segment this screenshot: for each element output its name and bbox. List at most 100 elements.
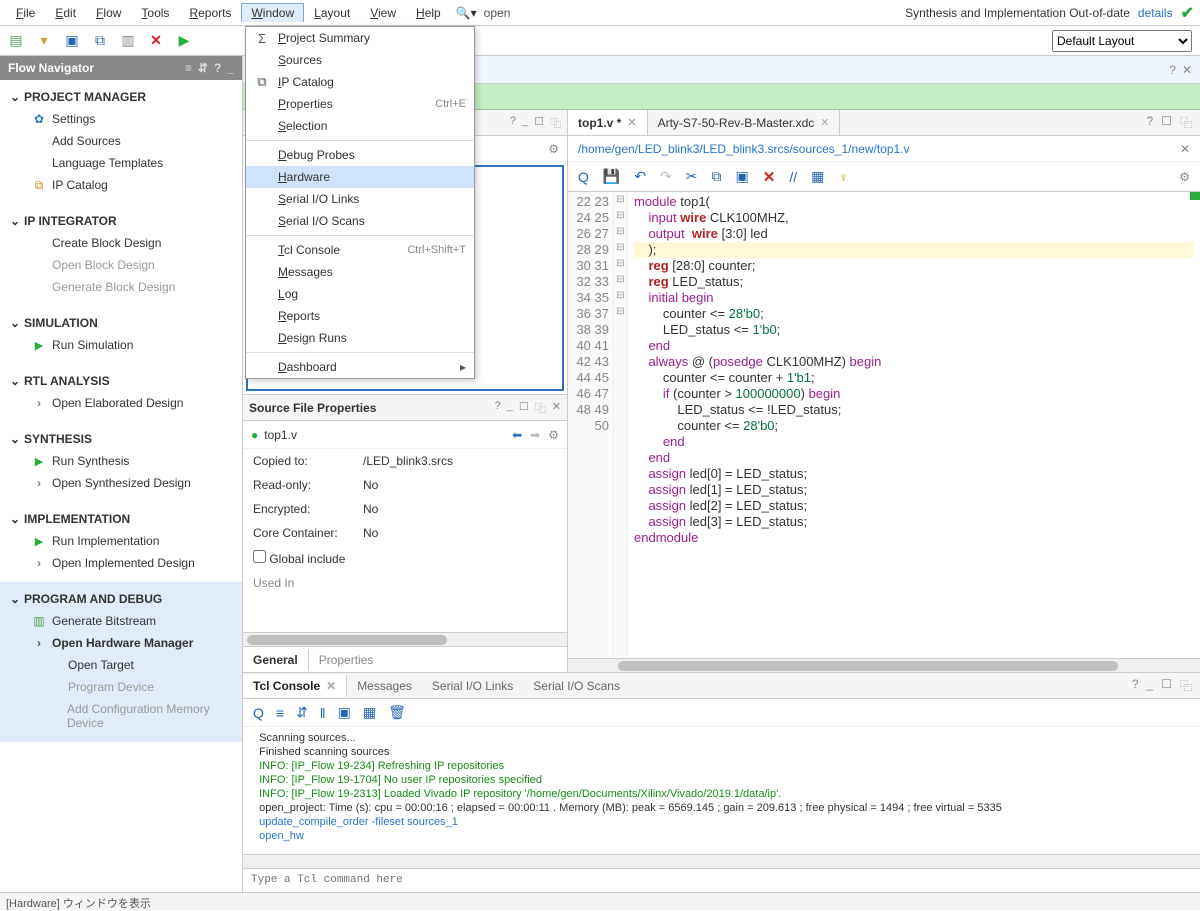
menu-window[interactable]: Window: [241, 3, 304, 22]
menu-item-reports[interactable]: Reports: [246, 305, 474, 327]
nav-item-run-synthesis[interactable]: ▶Run Synthesis: [10, 450, 236, 472]
nav-item-open-implemented-design[interactable]: ›Open Implemented Design: [10, 552, 236, 574]
menu-item-properties[interactable]: PropertiesCtrl+E: [246, 93, 474, 115]
menu-item-ip-catalog[interactable]: ⧉IP Catalog: [246, 71, 474, 93]
menu-help[interactable]: Help: [406, 3, 451, 23]
console-body[interactable]: Scanning sources... Finished scanning so…: [243, 727, 1200, 854]
search-icon[interactable]: Q: [578, 169, 589, 185]
nav-item-generate-bitstream[interactable]: ▥Generate Bitstream: [10, 610, 236, 632]
comment-icon[interactable]: //: [789, 169, 797, 185]
save-icon[interactable]: ▣: [64, 33, 80, 49]
minimize-icon[interactable]: _: [227, 61, 234, 75]
delete-icon[interactable]: ✕: [763, 168, 776, 186]
menu-edit[interactable]: Edit: [45, 3, 86, 23]
menu-item-debug-probes[interactable]: Debug Probes: [246, 144, 474, 166]
close-tab-icon[interactable]: ✕: [326, 679, 336, 693]
nav-item-language-templates[interactable]: Language Templates: [10, 152, 236, 174]
clear-icon[interactable]: ▣: [338, 704, 351, 721]
close-path-icon[interactable]: ✕: [1180, 142, 1190, 156]
tab-general[interactable]: General: [243, 649, 309, 671]
close-icon[interactable]: ✕: [1182, 63, 1192, 77]
help-icon[interactable]: ?: [1169, 63, 1176, 77]
trash-icon[interactable]: 🗑: [388, 704, 406, 721]
nav-item-add-sources[interactable]: Add Sources: [10, 130, 236, 152]
gear-icon[interactable]: ⚙: [548, 428, 559, 442]
paste-icon[interactable]: ▣: [736, 168, 749, 185]
new-icon[interactable]: ▤: [8, 33, 24, 49]
nav-item-create-block-design[interactable]: Create Block Design: [10, 232, 236, 254]
menu-tools[interactable]: Tools: [131, 3, 179, 23]
nav-item-run-simulation[interactable]: ▶Run Simulation: [10, 334, 236, 356]
back-icon[interactable]: ⬅: [512, 428, 522, 442]
code-text[interactable]: module top1( input wire CLK100MHZ, outpu…: [628, 192, 1200, 658]
help-icon[interactable]: ?: [1147, 114, 1154, 131]
menu-item-sources[interactable]: Sources: [246, 49, 474, 71]
menu-item-tcl-console[interactable]: Tcl ConsoleCtrl+Shift+T: [246, 239, 474, 261]
restore-icon[interactable]: ⿻: [550, 115, 561, 131]
menu-item-log[interactable]: Log: [246, 283, 474, 305]
gear-icon[interactable]: ⚙: [1179, 170, 1190, 184]
paste-icon[interactable]: ▥: [120, 33, 136, 49]
console-tab-tcl-console[interactable]: Tcl Console✕: [243, 675, 347, 697]
undo-icon[interactable]: ↶: [634, 168, 646, 185]
global-include-checkbox[interactable]: Global include: [253, 550, 345, 566]
expand-icon[interactable]: ⇵: [296, 704, 308, 721]
column-icon[interactable]: ▦: [811, 168, 824, 185]
console-tab-serial-i-o-scans[interactable]: Serial I/O Scans: [523, 675, 630, 697]
search-icon[interactable]: Q: [253, 705, 264, 721]
save-icon[interactable]: 💾: [603, 168, 620, 185]
cancel-icon[interactable]: ✕: [148, 33, 164, 49]
menu-item-messages[interactable]: Messages: [246, 261, 474, 283]
restore-icon[interactable]: ⿻: [1180, 114, 1192, 131]
close-tab-icon[interactable]: ✕: [820, 116, 829, 129]
tcl-input[interactable]: [251, 874, 1192, 886]
minimize-icon[interactable]: _: [522, 115, 528, 131]
menu-item-serial-i-o-scans[interactable]: Serial I/O Scans: [246, 210, 474, 232]
help-icon[interactable]: ?: [495, 400, 501, 416]
console-tab-serial-i-o-links[interactable]: Serial I/O Links: [422, 675, 523, 697]
nav-head-project-manager[interactable]: ⌄PROJECT MANAGER: [10, 84, 236, 108]
menu-item-serial-i-o-links[interactable]: Serial I/O Links: [246, 188, 474, 210]
close-tab-icon[interactable]: ✕: [627, 116, 636, 129]
minimize-icon[interactable]: _: [1147, 677, 1154, 694]
nav-item-open-target[interactable]: Open Target: [10, 654, 236, 676]
pause-icon[interactable]: ‖: [320, 705, 326, 721]
nav-item-open-elaborated-design[interactable]: ›Open Elaborated Design: [10, 392, 236, 414]
nav-item-open-hardware-manager[interactable]: ›Open Hardware Manager: [10, 632, 236, 654]
close-icon[interactable]: ✕: [552, 400, 561, 416]
menu-item-hardware[interactable]: Hardware: [246, 166, 474, 188]
nav-item-ip-catalog[interactable]: ⧉IP Catalog: [10, 174, 236, 196]
nav-head-program-and-debug[interactable]: ⌄PROGRAM AND DEBUG: [10, 586, 236, 610]
copy-icon[interactable]: ⧉: [92, 33, 108, 49]
console-tab-messages[interactable]: Messages: [347, 675, 422, 697]
expand-icon[interactable]: ⇵: [198, 61, 208, 75]
nav-head-synthesis[interactable]: ⌄SYNTHESIS: [10, 426, 236, 450]
restore-icon[interactable]: ⿻: [1180, 677, 1192, 694]
tab-properties[interactable]: Properties: [309, 649, 384, 671]
window-menu-dropdown[interactable]: ΣProject SummarySources⧉IP CatalogProper…: [245, 26, 475, 379]
menu-item-design-runs[interactable]: Design Runs: [246, 327, 474, 349]
nav-head-implementation[interactable]: ⌄IMPLEMENTATION: [10, 506, 236, 530]
menu-flow[interactable]: Flow: [86, 3, 131, 23]
menu-reports[interactable]: Reports: [179, 3, 241, 23]
nav-head-simulation[interactable]: ⌄SIMULATION: [10, 310, 236, 334]
nav-item-run-implementation[interactable]: ▶Run Implementation: [10, 530, 236, 552]
nav-head-rtl-analysis[interactable]: ⌄RTL ANALYSIS: [10, 368, 236, 392]
menu-file[interactable]: File: [6, 3, 45, 23]
quick-search-text[interactable]: open: [484, 6, 511, 20]
properties-hscroll[interactable]: [243, 632, 567, 646]
help-icon[interactable]: ?: [510, 115, 516, 131]
menu-item-dashboard[interactable]: Dashboard▸: [246, 356, 474, 378]
run-icon[interactable]: ▶: [176, 33, 192, 49]
console-hscroll[interactable]: [243, 854, 1200, 868]
open-icon[interactable]: ▾: [36, 33, 52, 49]
nav-item-settings[interactable]: ✿Settings: [10, 108, 236, 130]
details-link[interactable]: details: [1138, 6, 1173, 20]
menu-layout[interactable]: Layout: [304, 3, 360, 23]
quick-search[interactable]: 🔍▾open: [456, 6, 511, 20]
bulb-icon[interactable]: ♀: [838, 169, 849, 185]
menu-view[interactable]: View: [360, 3, 406, 23]
collapse-icon[interactable]: ≡: [276, 705, 284, 721]
cut-icon[interactable]: ✂: [686, 168, 698, 185]
help-icon[interactable]: ?: [214, 61, 221, 75]
